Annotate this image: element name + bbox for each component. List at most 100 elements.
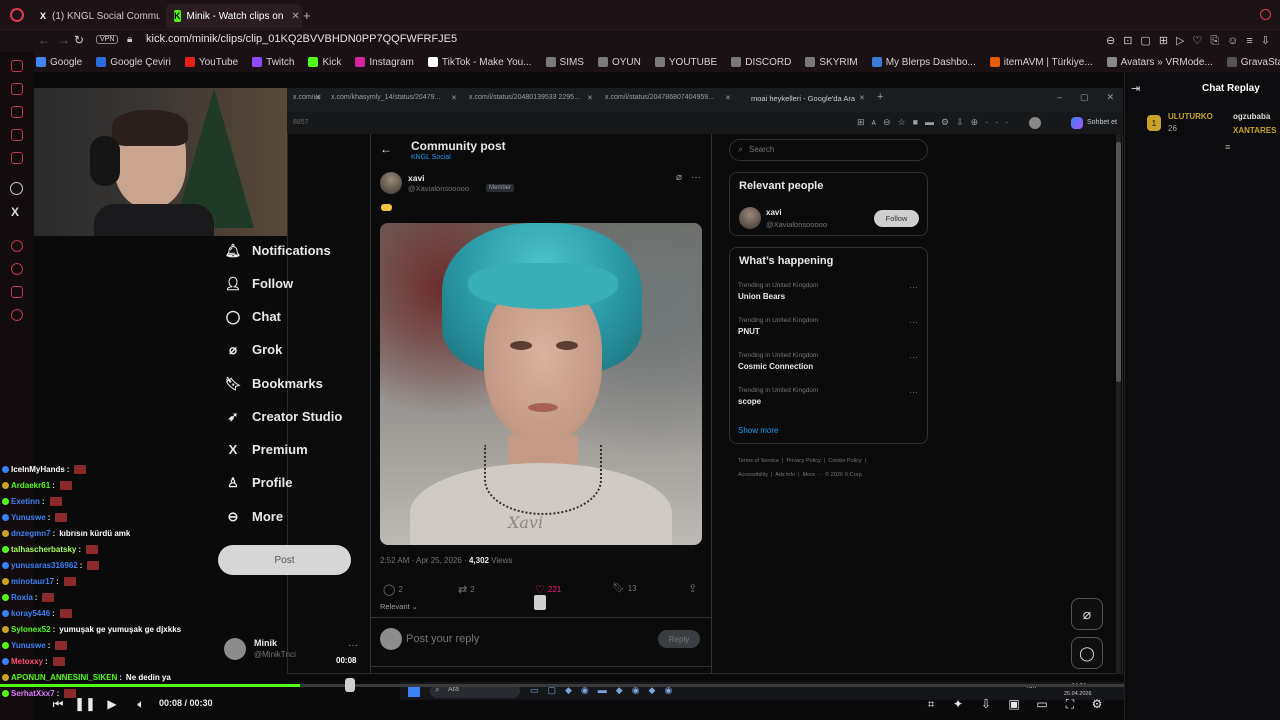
nav-premium[interactable]: X Premium	[226, 442, 308, 457]
scroll-thumb[interactable]	[1116, 142, 1121, 382]
footer-links[interactable]: Accessibility | Ads info | More ··· © 20…	[738, 472, 863, 478]
opera-logo-icon[interactable]	[10, 8, 24, 22]
close-tab-icon[interactable]: ✕	[291, 11, 299, 22]
chat-username[interactable]: koray5446	[11, 609, 50, 618]
captured-tab-close[interactable]: ✕	[725, 94, 731, 102]
sidebar-icon-4[interactable]	[11, 129, 23, 141]
show-more-link[interactable]: Show more	[738, 426, 778, 435]
captured-tab[interactable]: x.com/i/status/204786807404959...	[605, 94, 714, 101]
captured-tab[interactable]: x.com/khasymly_14/status/20479...	[331, 94, 440, 101]
bookmark-item[interactable]: Kick	[308, 57, 341, 68]
bookmark-item[interactable]: YouTube	[184, 57, 238, 68]
grok-icon[interactable]: ⌀	[676, 172, 682, 183]
captured-toolbar-icons[interactable]: ⊞ᴀ⊖☆■▬⚙⇩⊕···	[857, 117, 1015, 128]
bookmark-item[interactable]: OYUN	[597, 57, 641, 68]
collapse-icon[interactable]: ⇥	[1131, 82, 1140, 95]
chat-username[interactable]: IceInMyHands	[11, 465, 65, 474]
bookmark-item[interactable]: Google Çeviri	[96, 57, 171, 68]
fullscreen-icon[interactable]: ⛶	[1062, 696, 1078, 712]
bookmark-item[interactable]: DISCORD	[731, 57, 791, 68]
search-box[interactable]: ⌕ Search	[729, 139, 928, 161]
person-name[interactable]: xavi	[766, 208, 782, 217]
sparkle-icon[interactable]: ✦	[950, 696, 966, 712]
sidebar-icon-3[interactable]	[11, 106, 23, 118]
filter-icon[interactable]: ≡	[1225, 142, 1230, 152]
more-dots-icon[interactable]: ···	[348, 640, 358, 651]
leaderboard-user[interactable]: ULUTURKO	[1168, 112, 1213, 121]
chat-username[interactable]: minotaur17	[11, 577, 54, 586]
repost-action[interactable]: ⇄ 2	[458, 583, 475, 596]
more-dots-icon[interactable]: ···	[909, 352, 918, 362]
nav-chat[interactable]: ◯ Chat	[226, 309, 281, 325]
pause-button[interactable]: ❚❚	[74, 696, 96, 712]
nav-follow[interactable]: 👤︎ Follow	[225, 276, 293, 292]
more-dots-icon[interactable]: ···	[909, 282, 918, 292]
footer-links[interactable]: Terms of Service | Privacy Policy | Cook…	[738, 458, 866, 464]
bookmark-item[interactable]: My Blerps Dashbo...	[871, 57, 976, 68]
crop-icon[interactable]: ⌗	[923, 696, 939, 712]
bookmark-item[interactable]: GravaStar Web-ba...	[1226, 57, 1280, 68]
post-author-name[interactable]: xavi	[408, 173, 425, 183]
chat-username[interactable]: Roxia	[11, 593, 33, 602]
nav-notifications[interactable]: 🔔︎ Notifications	[225, 243, 331, 259]
captured-tab[interactable]: moai heykelleri - Google'da Ara	[751, 94, 855, 103]
extensions-icon[interactable]	[11, 286, 23, 298]
url-field[interactable]: kick.com/minik/clips/clip_01KQ2BVVBHDN0P…	[146, 33, 457, 45]
settings-gear-icon[interactable]: ⚙	[1089, 696, 1105, 712]
captured-tab-close[interactable]: ✕	[859, 94, 865, 102]
volume-icon[interactable]: 🔈︎	[133, 696, 149, 712]
community-name[interactable]: KNGL Social	[411, 154, 451, 161]
trend-item[interactable]: Trending in United Kingdom PNUT ···	[738, 317, 918, 336]
grok-float-button[interactable]: ⌀	[1071, 598, 1103, 630]
trend-item[interactable]: Trending in United Kingdom Cosmic Connec…	[738, 352, 918, 371]
history-icon[interactable]	[11, 263, 23, 275]
captured-tab-close[interactable]: ✕	[315, 94, 321, 102]
window-controls[interactable]: –▢✕	[1057, 92, 1132, 103]
reply-sort-dropdown[interactable]: Relevant ⌄	[380, 602, 418, 611]
leaderboard-user[interactable]: XANTARES	[1233, 126, 1276, 135]
search-tabs-icon[interactable]	[1260, 9, 1271, 20]
copilot-icon[interactable]	[1071, 117, 1083, 129]
captured-url[interactable]: 8857	[293, 119, 309, 126]
toolbar-icons[interactable]: ⊖⊡▢⊞▷♡⎘☺≡⇩	[1106, 34, 1278, 48]
scrollbar[interactable]	[1116, 134, 1121, 674]
forward-icon[interactable]: →	[58, 33, 70, 47]
more-dots-icon[interactable]: ···	[909, 387, 918, 397]
new-tab-button[interactable]: +	[303, 8, 311, 23]
more-dots-icon[interactable]: ···	[691, 172, 701, 183]
previous-icon[interactable]: ⏮	[50, 696, 66, 712]
trend-item[interactable]: Trending in United Kingdom Union Bears ·…	[738, 282, 918, 301]
captured-tab-close[interactable]: ✕	[587, 94, 593, 102]
x-sidebar-icon[interactable]: X	[11, 205, 19, 219]
bookmark-item[interactable]: TikTok - Make You...	[427, 57, 532, 68]
bookmark-item[interactable]: Avatars » VRMode...	[1106, 57, 1213, 68]
chat-username[interactable]: Yunuswe	[11, 641, 46, 650]
follow-button[interactable]: Follow	[874, 210, 919, 227]
bookmark-item[interactable]: Instagram	[355, 57, 414, 68]
sidebar-icon-6[interactable]	[11, 240, 23, 252]
back-arrow-icon[interactable]: ←	[380, 142, 392, 156]
sidebar-icon-2[interactable]	[11, 83, 23, 95]
bookmark-item[interactable]: Google	[36, 57, 82, 68]
post-author-handle[interactable]: @Xavialonsooooo	[408, 184, 469, 193]
nav-bookmarks[interactable]: 🔖︎ Bookmarks	[225, 376, 323, 392]
trend-item[interactable]: Trending in United Kingdom scope ···	[738, 387, 918, 406]
bookmark-item[interactable]: Twitch	[252, 57, 294, 68]
post-button[interactable]: Post	[218, 545, 351, 575]
browser-tab-kick[interactable]: K Minik - Watch clips on ✕	[166, 4, 302, 28]
bookmark-item[interactable]: SIMS	[545, 57, 584, 68]
chatgpt-icon[interactable]	[10, 182, 23, 195]
chat-username[interactable]: talhascherbatsky	[11, 545, 76, 554]
chat-username[interactable]: dnzegmn7	[11, 529, 51, 538]
next-icon[interactable]: ▶	[104, 696, 120, 712]
chat-username[interactable]: yunusaras316962	[11, 561, 78, 570]
leaderboard-user[interactable]: ogzubaba	[1233, 112, 1270, 121]
nav-creator-studio[interactable]: ➶ Creator Studio	[226, 409, 343, 425]
reply-action[interactable]: ◯ 2	[383, 583, 403, 596]
captured-new-tab[interactable]: +	[877, 91, 883, 103]
chat-username[interactable]: Exetinn	[11, 497, 40, 506]
chat-username[interactable]: Ardaekr61	[11, 481, 50, 490]
chat-username[interactable]: Yunuswe	[11, 513, 46, 522]
pip-icon[interactable]: ▭	[1034, 696, 1050, 712]
sidebar-icon-1[interactable]	[11, 60, 23, 72]
